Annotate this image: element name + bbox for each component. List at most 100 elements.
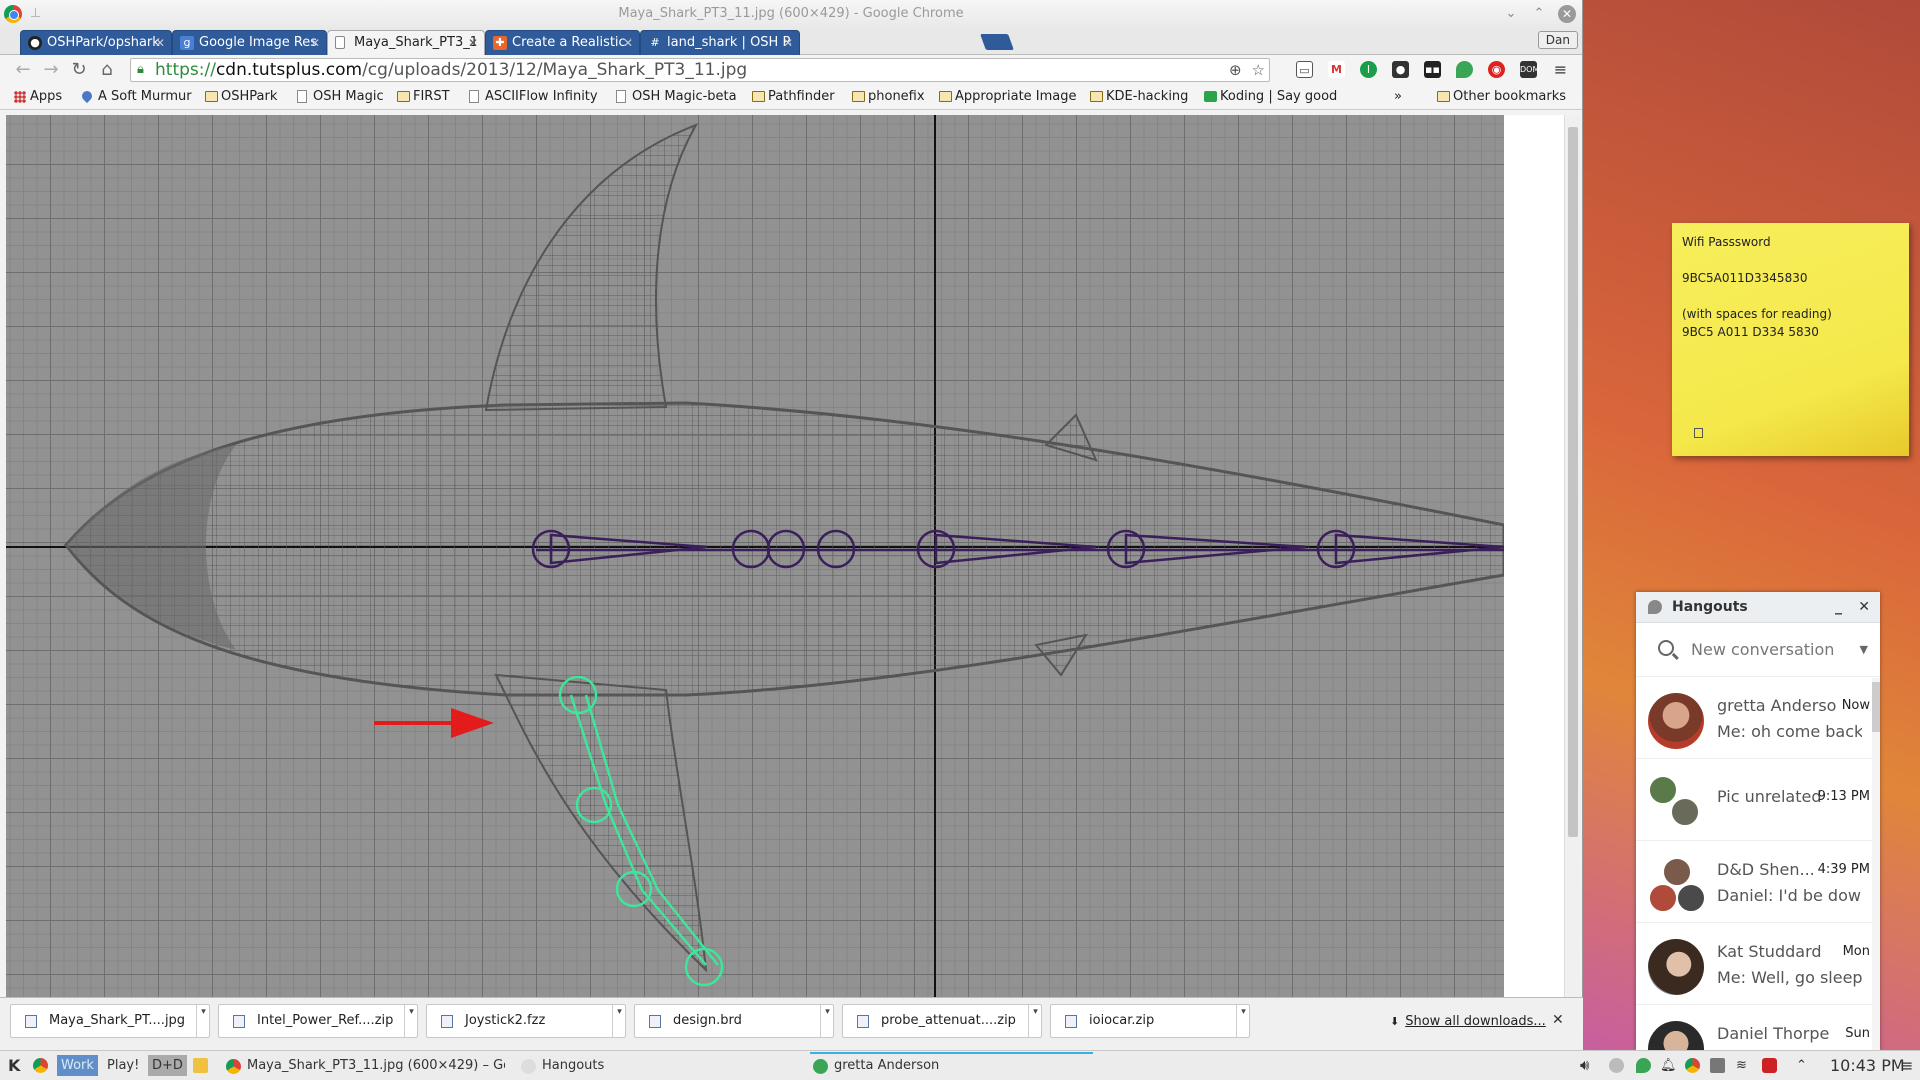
- download-item[interactable]: Maya_Shark_PT....jpg ▾: [10, 1004, 210, 1038]
- menu-lines-icon[interactable]: ≡: [1900, 1051, 1913, 1080]
- note-config-icon[interactable]: ▤: [1694, 428, 1703, 438]
- bookmark-other[interactable]: Other bookmarks: [1437, 85, 1566, 109]
- volume-icon[interactable]: 🔊︎: [1580, 1051, 1589, 1080]
- shield-tray-icon[interactable]: [1762, 1058, 1777, 1073]
- clock[interactable]: 10:43 PM: [1830, 1051, 1905, 1080]
- conversation-item[interactable]: Kat Studdard Mon Me: Well, go sleep! I: [1636, 923, 1880, 1005]
- conversation-item[interactable]: Pic unrelated 9:13 PM: [1636, 759, 1880, 841]
- maximize-icon[interactable]: ⌃: [1530, 0, 1548, 28]
- window-title: Maya_Shark_PT3_11.jpg (600×429) - Google…: [618, 6, 964, 21]
- tab-create-realistic[interactable]: ✚ Create a Realistic Sh ✕: [485, 30, 640, 55]
- bookmark-pathfinder[interactable]: Pathfinder: [752, 85, 835, 109]
- bookmark-label: KDE-hacking: [1106, 89, 1189, 104]
- close-window-icon[interactable]: ✕: [1558, 5, 1576, 23]
- conversation-item[interactable]: D&D Shen... 4:39 PM Daniel: I'd be down …: [1636, 841, 1880, 923]
- wifi-icon[interactable]: ≋: [1736, 1051, 1747, 1080]
- desktop-work[interactable]: Work: [57, 1055, 98, 1076]
- reload-icon[interactable]: ↻: [68, 59, 90, 81]
- scrollbar-thumb[interactable]: [1568, 127, 1578, 837]
- chrome-tray-icon[interactable]: [1685, 1058, 1700, 1073]
- tab-close-icon[interactable]: ✕: [623, 31, 633, 55]
- bookmark-koding[interactable]: Koding | Say good: [1204, 85, 1339, 109]
- download-menu-icon[interactable]: ▾: [196, 1004, 210, 1038]
- chrome-launcher-icon[interactable]: [33, 1058, 48, 1073]
- tab-google-image[interactable]: g Google Image Result ✕: [172, 30, 327, 55]
- download-item[interactable]: Joystick2.fzz ▾: [426, 1004, 626, 1038]
- address-bar[interactable]: 🔒︎ https://cdn.tutsplus.com/cg/uploads/2…: [130, 58, 1270, 82]
- hangouts-tray-icon[interactable]: [1636, 1058, 1651, 1073]
- home-icon[interactable]: ⌂: [96, 59, 118, 81]
- tab-close-icon[interactable]: ✕: [310, 31, 320, 55]
- minimize-icon[interactable]: ⌄: [1502, 0, 1520, 28]
- extension-dom-icon[interactable]: DOM: [1520, 61, 1539, 78]
- clipboard-tray-icon[interactable]: [1710, 1058, 1725, 1073]
- dropdown-arrow-icon[interactable]: ▼: [1860, 623, 1868, 677]
- close-downloads-icon[interactable]: ✕: [1552, 1012, 1564, 1028]
- bookmark-soft-murmur[interactable]: A Soft Murmur: [79, 85, 192, 109]
- zoom-icon[interactable]: ⊕: [1229, 59, 1242, 81]
- hangouts-ext-icon[interactable]: [1456, 61, 1473, 78]
- desktop-dnd[interactable]: D+D: [148, 1055, 187, 1076]
- tray-expand-icon[interactable]: ⌃: [1796, 1051, 1807, 1080]
- download-menu-icon[interactable]: ▾: [820, 1004, 834, 1038]
- download-menu-icon[interactable]: ▾: [612, 1004, 626, 1038]
- download-item[interactable]: design.brd ▾: [634, 1004, 834, 1038]
- profile-button[interactable]: Dan: [1537, 31, 1578, 49]
- gmail-icon[interactable]: M: [1328, 61, 1345, 78]
- desktop-play[interactable]: Play!: [103, 1055, 143, 1076]
- task-hangouts[interactable]: Hangouts: [518, 1052, 798, 1080]
- download-label: design.brd: [673, 1013, 742, 1028]
- download-menu-icon[interactable]: ▾: [404, 1004, 418, 1038]
- minimize-icon[interactable]: _: [1835, 592, 1842, 623]
- notifications-icon[interactable]: 🔔︎: [1660, 1051, 1677, 1080]
- tab-maya-shark[interactable]: Maya_Shark_PT3_11 ✕: [327, 30, 485, 55]
- tab-land-shark[interactable]: # land_shark | OSH Par ✕: [640, 30, 800, 55]
- download-menu-icon[interactable]: ▾: [1028, 1004, 1042, 1038]
- tab-opshark[interactable]: ● OSHPark/opshark ✕: [20, 30, 172, 55]
- conversation-item[interactable]: gretta Anderson Now Me: oh come back! I: [1636, 677, 1880, 759]
- bookmark-phonefix[interactable]: phonefix: [852, 85, 925, 109]
- extension-red-icon[interactable]: ◉: [1488, 61, 1505, 78]
- bookmark-apps[interactable]: Apps: [14, 85, 62, 109]
- task-gretta-anderson[interactable]: gretta Anderson: [810, 1052, 1093, 1080]
- tab-close-icon[interactable]: ✕: [155, 31, 165, 55]
- forward-icon[interactable]: →: [40, 59, 62, 81]
- new-conversation-search[interactable]: New conversation ▼: [1636, 623, 1880, 677]
- bookmark-osh-magic-beta[interactable]: OSH Magic-beta: [616, 85, 737, 109]
- bookmark-appropriate-image[interactable]: Appropriate Image: [939, 85, 1078, 109]
- bookmark-kde-hacking[interactable]: KDE-hacking: [1090, 85, 1188, 109]
- bookmark-star-icon[interactable]: ☆: [1252, 59, 1265, 81]
- downloads-bar: Maya_Shark_PT....jpg ▾ Intel_Power_Ref...…: [0, 997, 1583, 1050]
- bookmark-asciiflow[interactable]: ASCIIFlow Infinity: [469, 85, 598, 109]
- close-icon[interactable]: ✕: [1858, 592, 1870, 623]
- kde-launcher-icon[interactable]: K: [8, 1051, 20, 1080]
- bookmark-first[interactable]: FIRST: [397, 85, 450, 109]
- extension-dark-icon[interactable]: ●: [1392, 61, 1409, 78]
- new-tab-button[interactable]: [980, 34, 1014, 50]
- download-item[interactable]: Intel_Power_Ref....zip ▾: [218, 1004, 418, 1038]
- download-menu-icon[interactable]: ▾: [1236, 1004, 1250, 1038]
- download-label: probe_attenuat....zip: [881, 1013, 1016, 1028]
- chrome-menu-icon[interactable]: ≡: [1552, 61, 1569, 78]
- page-scrollbar[interactable]: [1564, 115, 1580, 997]
- hangouts-scrollbar[interactable]: [1872, 678, 1880, 1050]
- extension-glasses-icon[interactable]: ▪▪: [1424, 61, 1441, 78]
- pin-icon[interactable]: ⊥: [30, 0, 41, 28]
- extension-green-icon[interactable]: I: [1360, 61, 1377, 78]
- task-chrome-maya-shark[interactable]: Maya_Shark_PT3_11.jpg (600×429) – Goog: [223, 1052, 505, 1080]
- download-item[interactable]: ioiocar.zip ▾: [1050, 1004, 1250, 1038]
- hangouts-window: Hangouts _ ✕ New conversation ▼ gretta A…: [1636, 592, 1880, 1050]
- tab-close-icon[interactable]: ✕: [783, 31, 793, 55]
- conversation-item[interactable]: Daniel Thorpe Sun: [1636, 1005, 1880, 1050]
- download-item[interactable]: probe_attenuat....zip ▾: [842, 1004, 1042, 1038]
- folder-launcher-icon[interactable]: [193, 1058, 208, 1073]
- tab-close-icon[interactable]: ✕: [468, 31, 478, 55]
- bookmarks-overflow-chevron[interactable]: »: [1394, 85, 1402, 109]
- network-tray-icon[interactable]: [1609, 1058, 1624, 1073]
- bookmark-osh-magic[interactable]: OSH Magic: [297, 85, 384, 109]
- cast-icon[interactable]: ▭: [1296, 61, 1313, 78]
- bookmark-oshpark[interactable]: OSHPark: [205, 85, 277, 109]
- show-all-downloads-link[interactable]: Show all downloads...: [1390, 1014, 1546, 1029]
- back-icon[interactable]: ←: [12, 59, 34, 81]
- sticky-note[interactable]: Wifi Passsword 9BC5A011D3345830 (with sp…: [1672, 223, 1909, 456]
